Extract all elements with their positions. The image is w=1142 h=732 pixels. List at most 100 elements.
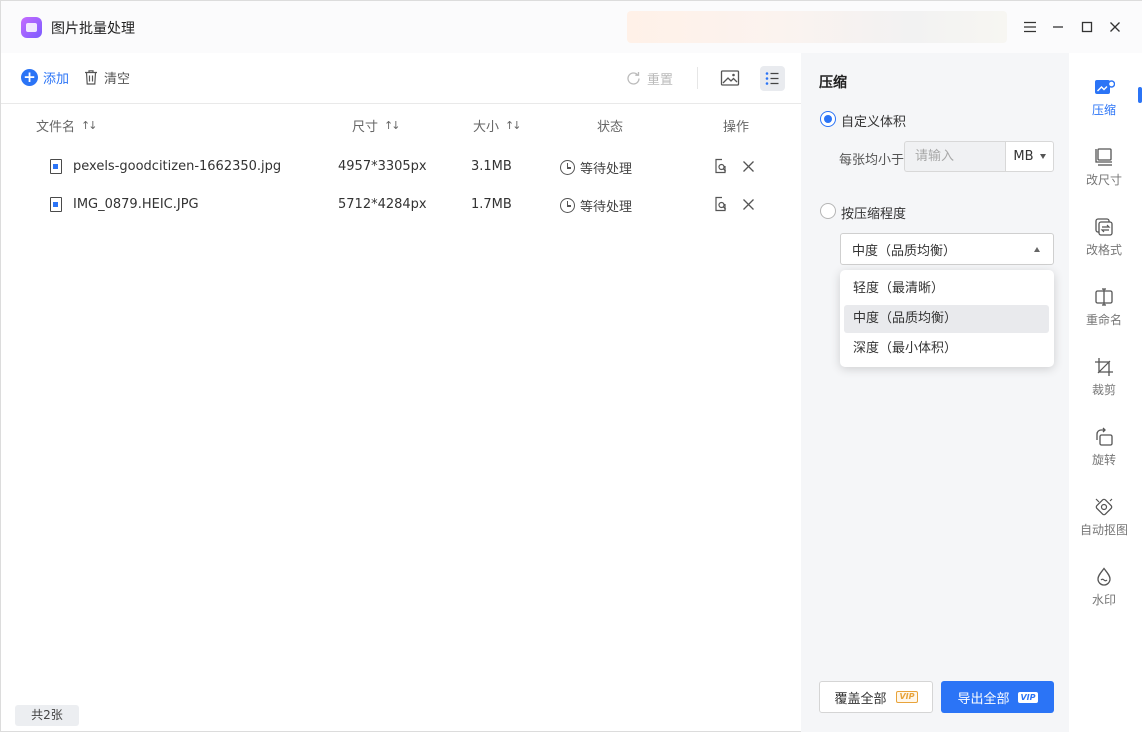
sidebar-item-label: 压缩 [1091,103,1116,117]
remove-button[interactable] [740,158,756,174]
per-image-label: 每张均小于 [839,153,905,168]
row-status: 等待处理 [560,158,632,177]
plus-icon: + [21,69,38,86]
vip-badge: VIP [1018,691,1038,703]
sidebar-item-label: 水印 [1091,593,1116,607]
table-row[interactable]: pexels-goodcitizen-1662350.jpg 4957*3305… [1,148,801,186]
app-title: 图片批量处理 [51,21,135,37]
header-dimensions-label: 尺寸 [352,120,379,135]
header-status-label: 状态 [597,120,624,135]
compression-level-dropdown: 轻度（最清晰） 中度（品质均衡） 深度（最小体积） [840,270,1054,367]
sort-icon: ↑↓ [384,119,401,132]
list-icon [765,72,779,85]
sidebar-item-format[interactable]: 改格式 [1069,216,1139,268]
unit-value: MB [1013,149,1034,164]
image-icon [720,70,740,86]
vip-badge: VIP [896,691,918,703]
reset-button[interactable]: 重置 [625,69,673,88]
clear-label: 清空 [104,72,131,87]
crop-icon [1095,358,1113,376]
sidebar-item-resize[interactable]: 改尺寸 [1069,146,1139,198]
format-icon [1095,218,1113,236]
row-filename: IMG_0879.HEIC.JPG [73,197,199,212]
add-button[interactable]: + 添加 [21,68,69,87]
preview-button[interactable] [713,158,729,174]
sidebar-item-label: 旋转 [1091,453,1116,467]
sidebar-item-rename[interactable]: 重命名 [1069,286,1139,338]
menu-icon[interactable] [1022,19,1038,35]
row-size: 1.7MB [471,197,512,212]
sort-icon: ↑↓ [505,119,522,132]
clock-icon [560,198,575,213]
level-option-light[interactable]: 轻度（最清晰） [844,275,1049,303]
row-status-label: 等待处理 [580,200,633,215]
header-size[interactable]: 大小 ↑↓ [473,116,522,135]
close-icon [742,198,754,210]
cutout-icon [1095,498,1113,516]
export-all-button[interactable]: 导出全部 VIP [941,681,1054,713]
resize-icon [1095,148,1112,166]
title-banner[interactable] [627,11,1007,43]
sidebar-item-label: 改尺寸 [1085,173,1122,187]
rotate-icon [1096,427,1113,446]
caret-up-icon [1034,246,1040,252]
level-option-deep[interactable]: 深度（最小体积） [844,335,1049,363]
reset-label: 重置 [647,73,674,88]
image-file-icon [50,159,62,174]
row-filename: pexels-goodcitizen-1662350.jpg [73,159,282,174]
header-actions: 操作 [723,116,749,135]
by-level-radio[interactable] [820,203,836,219]
toolbar-separator [1,103,801,104]
caret-down-icon [1039,154,1046,159]
custom-volume-radio[interactable] [820,111,836,127]
header-dimensions[interactable]: 尺寸 ↑↓ [352,116,401,135]
maximize-icon[interactable] [1079,19,1095,35]
by-level-label[interactable]: 按压缩程度 [841,203,906,222]
app-logo-icon [21,17,42,38]
sidebar-item-rotate[interactable]: 旋转 [1069,426,1139,478]
custom-volume-label[interactable]: 自定义体积 [841,111,906,130]
rename-icon [1095,288,1113,306]
toolbar-divider [697,67,698,89]
sidebar-item-label: 改格式 [1085,243,1122,257]
preview-icon [715,196,727,212]
refresh-icon [627,72,640,85]
sidebar-item-label: 重命名 [1085,313,1122,327]
sidebar-item-compress[interactable]: 压缩 [1069,76,1139,128]
sidebar-item-watermark[interactable]: 水印 [1069,566,1139,618]
row-dimensions: 5712*4284px [338,197,427,212]
export-all-label: 导出全部 [957,691,1010,707]
header-actions-label: 操作 [723,120,750,135]
remove-button[interactable] [740,196,756,212]
compression-level-select[interactable]: 中度（品质均衡） [840,233,1054,265]
size-limit-input[interactable] [904,141,1006,172]
preview-icon [715,158,727,174]
watermark-icon [1097,567,1111,586]
list-view-button[interactable] [760,66,785,91]
compress-icon [1095,80,1115,94]
trash-icon [85,70,97,85]
preview-button[interactable] [713,196,729,212]
unit-select[interactable]: MB [1005,141,1054,172]
table-row[interactable]: IMG_0879.HEIC.JPG 5712*4284px 1.7MB 等待处理 [1,186,801,224]
close-icon[interactable] [1107,19,1123,35]
panel-title: 压缩 [819,75,847,91]
header-size-label: 大小 [473,120,500,135]
row-size: 3.1MB [471,159,512,174]
add-label: 添加 [43,72,70,87]
sidebar-item-cutout[interactable]: 自动抠图 [1069,496,1139,548]
overwrite-all-button[interactable]: 覆盖全部 VIP [819,681,933,713]
image-file-icon [50,197,62,212]
header-filename[interactable]: 文件名 ↑↓ [36,116,98,135]
sidebar-item-label: 自动抠图 [1079,523,1128,537]
compression-level-value: 中度（品质均衡） [852,243,957,259]
close-icon [742,160,754,172]
thumbnail-view-button[interactable] [719,67,741,89]
app-window: 图片批量处理 + 添加 清空 重置 文件名 ↑↓ 尺寸 ↑↓ 大小 ↑↓ 状态 … [0,0,1142,732]
minimize-icon[interactable] [1050,19,1066,35]
overwrite-all-label: 覆盖全部 [834,691,887,707]
sidebar-item-crop[interactable]: 裁剪 [1069,356,1139,408]
level-option-medium[interactable]: 中度（品质均衡） [844,305,1049,333]
sidebar-item-label: 裁剪 [1091,383,1116,397]
clear-button[interactable]: 清空 [83,68,130,87]
